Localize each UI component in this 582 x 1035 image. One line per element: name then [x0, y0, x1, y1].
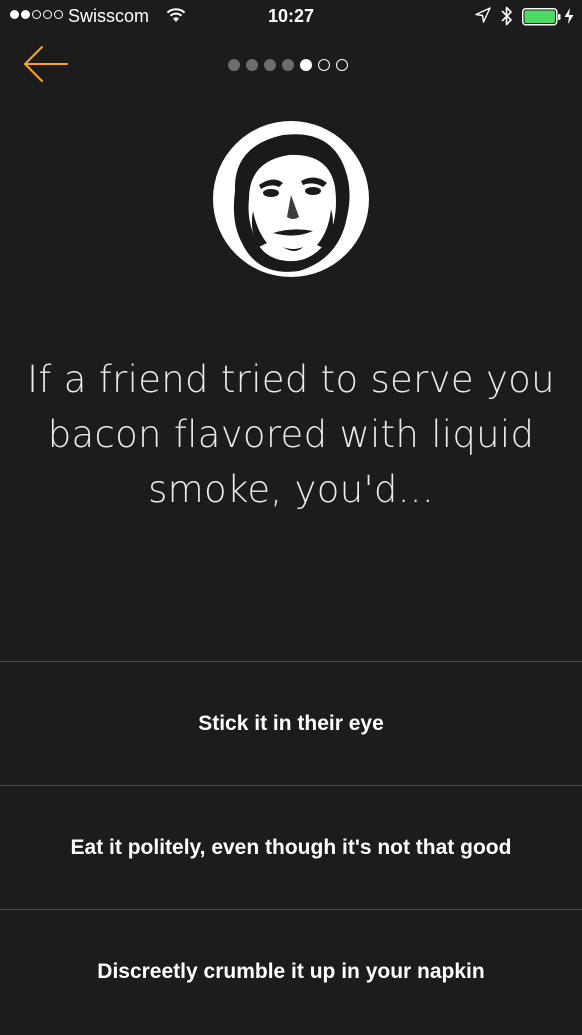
progress-dot-2 [246, 59, 258, 71]
arrow-left-icon [22, 46, 70, 88]
answer-option-3[interactable]: Discreetly crumble it up in your napkin [0, 909, 582, 1033]
progress-dot-5 [300, 59, 312, 71]
location-arrow-icon [474, 6, 492, 29]
progress-dot-7 [336, 59, 348, 71]
progress-dot-4 [282, 59, 294, 71]
progress-dot-6 [318, 59, 330, 71]
clock: 10:27 [267, 6, 315, 26]
charging-bolt-icon [563, 7, 575, 30]
answer-option-1[interactable]: Stick it in their eye [0, 661, 582, 785]
progress-dot-1 [228, 59, 240, 71]
battery-icon [522, 8, 562, 31]
avatar [213, 121, 369, 277]
answer-list: Stick it in their eye Eat it politely, e… [0, 661, 582, 1033]
answer-option-2[interactable]: Eat it politely, even though it's not th… [0, 785, 582, 909]
progress-indicator [228, 59, 348, 71]
question-text: If a friend tried to serve you bacon fla… [27, 358, 555, 511]
status-bar: Swisscom 10:27 [0, 0, 582, 34]
progress-dot-3 [264, 59, 276, 71]
back-button[interactable] [22, 44, 70, 84]
bluetooth-icon [500, 5, 514, 32]
